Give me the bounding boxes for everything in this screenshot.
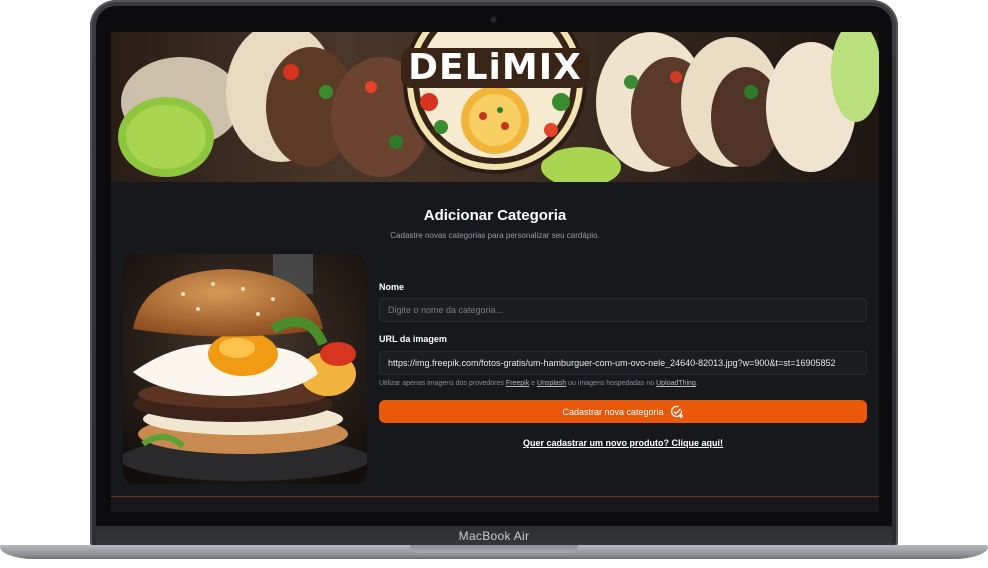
device-label: MacBook Air — [458, 529, 530, 543]
hint-prefix: Utilizar apenas imagens dos provedores — [379, 380, 504, 387]
hint-end: . — [695, 380, 698, 387]
page-subtitle: Cadastre novas categorias para personali… — [390, 231, 600, 240]
app-screen: DELiMIX Adicionar Categoria Cadastre nov… — [111, 32, 879, 512]
camera-icon — [491, 17, 496, 22]
uploadthing-link[interactable]: UploadThing — [656, 380, 696, 387]
page-title: Adicionar Categoria — [423, 207, 567, 224]
laptop-chin: MacBook Air — [96, 526, 892, 546]
freepik-link[interactable]: Freepik — [506, 380, 529, 387]
hint-and: e — [531, 380, 536, 387]
footer-divider — [111, 496, 879, 497]
laptop-notch — [410, 545, 578, 553]
check-plus-icon — [670, 405, 683, 418]
unsplash-link[interactable]: Unsplash — [537, 380, 566, 387]
brand-logo: DELiMIX — [408, 47, 582, 88]
hero-banner: DELiMIX — [111, 32, 879, 182]
hint-middle: ou imagens hospedadas no — [568, 380, 655, 387]
category-image-preview — [123, 254, 367, 484]
create-category-label: Cadastrar nova categoria — [562, 406, 664, 417]
create-category-button[interactable]: Cadastrar nova categoria — [379, 400, 867, 423]
new-product-link[interactable]: Quer cadastrar um novo produto? Clique a… — [379, 438, 867, 448]
image-url-input[interactable] — [379, 351, 867, 375]
burger-image — [123, 254, 367, 484]
name-label: Nome — [379, 282, 405, 292]
category-name-input[interactable] — [379, 298, 867, 322]
image-hint: Utilizar apenas imagens dos provedores F… — [379, 380, 698, 387]
image-url-label: URL da imagem — [379, 334, 447, 344]
